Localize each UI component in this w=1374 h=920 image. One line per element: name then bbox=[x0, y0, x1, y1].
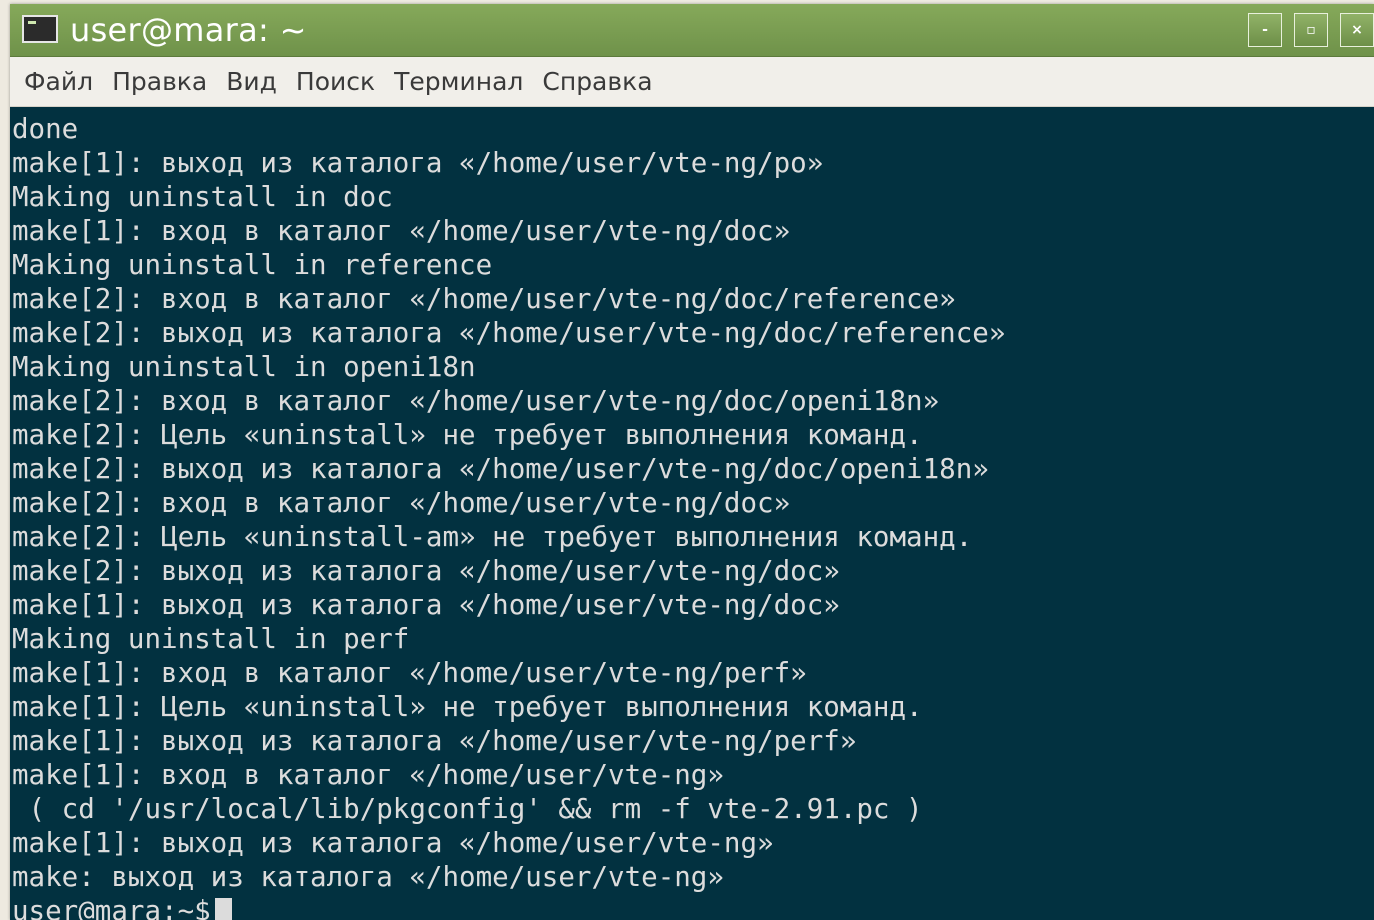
terminal-line: Making uninstall in doc bbox=[12, 181, 393, 213]
shell-prompt: user@mara:~$ bbox=[12, 895, 211, 920]
terminal-line: make[2]: Цель «uninstall-am» не требует … bbox=[12, 521, 973, 553]
terminal-line: make[1]: вход в каталог «/home/user/vte-… bbox=[12, 657, 807, 689]
terminal-line: Making uninstall in perf bbox=[12, 623, 410, 655]
terminal-line: make[1]: вход в каталог «/home/user/vte-… bbox=[12, 215, 791, 247]
terminal-line: make[2]: выход из каталога «/home/user/v… bbox=[12, 317, 1006, 349]
maximize-button[interactable]: ▫ bbox=[1294, 13, 1328, 47]
menu-help[interactable]: Справка bbox=[542, 67, 652, 96]
terminal-line: make[2]: Цель «uninstall» не требует вып… bbox=[12, 419, 923, 451]
minimize-button[interactable]: - bbox=[1248, 13, 1282, 47]
window-title: user@mara: ~ bbox=[70, 11, 307, 49]
terminal-line: make: выход из каталога «/home/user/vte-… bbox=[12, 861, 724, 893]
terminal-line: make[1]: Цель «uninstall» не требует вып… bbox=[12, 691, 923, 723]
menu-search[interactable]: Поиск bbox=[296, 67, 375, 96]
terminal-icon bbox=[22, 15, 58, 43]
menu-terminal[interactable]: Терминал bbox=[394, 67, 523, 96]
terminal-line: make[2]: вход в каталог «/home/user/vte-… bbox=[12, 283, 956, 315]
terminal-line: make[2]: выход из каталога «/home/user/v… bbox=[12, 453, 989, 485]
menu-file[interactable]: Файл bbox=[24, 67, 93, 96]
menu-bar: Файл Правка Вид Поиск Терминал Справка bbox=[10, 57, 1374, 107]
menu-edit[interactable]: Правка bbox=[112, 67, 207, 96]
terminal-line: make[1]: выход из каталога «/home/user/v… bbox=[12, 725, 857, 757]
terminal-window: user@mara: ~ - ▫ × Файл Правка Вид Поиск… bbox=[10, 4, 1374, 920]
terminal-line: make[1]: выход из каталога «/home/user/v… bbox=[12, 147, 824, 179]
terminal-output[interactable]: done make[1]: выход из каталога «/home/u… bbox=[10, 108, 1374, 920]
terminal-line: make[1]: вход в каталог «/home/user/vte-… bbox=[12, 759, 724, 791]
terminal-line: make[2]: вход в каталог «/home/user/vte-… bbox=[12, 487, 791, 519]
terminal-line: make[1]: выход из каталога «/home/user/v… bbox=[12, 589, 840, 621]
close-button[interactable]: × bbox=[1340, 13, 1374, 47]
terminal-prompt-line[interactable]: user@mara:~$ bbox=[12, 894, 232, 920]
menu-view[interactable]: Вид bbox=[226, 67, 277, 96]
terminal-line: ( cd '/usr/local/lib/pkgconfig' && rm -f… bbox=[12, 793, 923, 825]
terminal-line: make[2]: вход в каталог «/home/user/vte-… bbox=[12, 385, 940, 417]
title-bar[interactable]: user@mara: ~ - ▫ × bbox=[10, 4, 1374, 57]
terminal-line: make[1]: выход из каталога «/home/user/v… bbox=[12, 827, 774, 859]
terminal-line: done bbox=[12, 113, 79, 145]
terminal-line: Making uninstall in openi18n bbox=[12, 351, 476, 383]
text-cursor bbox=[214, 898, 232, 920]
terminal-line: Making uninstall in reference bbox=[12, 249, 493, 281]
terminal-line: make[2]: выход из каталога «/home/user/v… bbox=[12, 555, 840, 587]
